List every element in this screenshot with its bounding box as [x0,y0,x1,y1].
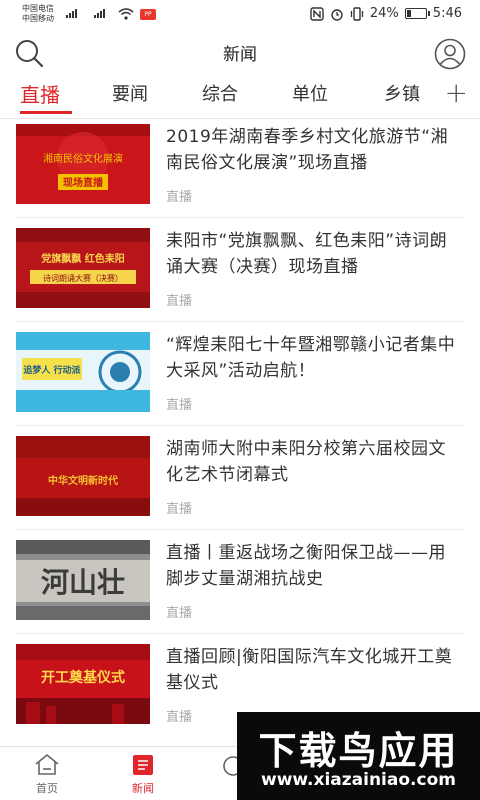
watermark-logo: 下载鸟应用 www.xiazainiao.com [237,712,480,800]
news-item[interactable]: 中华文明新时代 湖南师大附中耒阳分校第六届校园文化艺术节闭幕式 直播 [0,436,480,540]
vibrate-icon [350,6,364,21]
carrier-2: 中国移动 [22,14,54,23]
news-tag: 直播 [166,294,193,309]
carrier-labels: 中国电信 中国移动 [22,4,54,24]
thumb-caption: 追梦人 行动派 [23,364,81,376]
nfc-icon [310,6,324,21]
news-thumbnail-image: 开工奠基仪式 [16,644,150,724]
news-headline[interactable]: “辉煌耒阳七十年暨湘鄂赣小记者集中大采风”活动启航！ [166,332,462,384]
battery-percent: 24% [369,6,399,21]
page-title: 新闻 [223,45,257,65]
news-tag: 直播 [166,606,193,621]
news-headline[interactable]: 直播回顾|衡阳国际汽车文化城开工奠基仪式 [166,644,462,696]
news-tag: 直播 [166,710,193,725]
nav-label: 新闻 [132,782,154,795]
news-item[interactable]: 追梦人 行动派 “辉煌耒阳七十年暨湘鄂赣小记者集中大采风”活动启航！ 直播 [0,332,480,436]
nav-home[interactable]: 首页 [17,753,77,796]
list-divider [16,425,464,426]
thumb-caption: 河山壮 [41,566,125,599]
tab-units[interactable]: 单位 [292,80,328,106]
news-thumbnail-image: 中华文明新时代 [16,436,150,516]
tab-live[interactable]: 直播 [20,79,60,108]
news-headline[interactable]: 耒阳市“党旗飘飘、红色耒阳”诗词朗诵大赛（决赛）现场直播 [166,228,462,280]
app-header: 新闻 [0,30,480,74]
news-thumbnail-image: 湘南民俗文化展演 现场直播 [16,124,150,204]
user-icon[interactable] [434,38,466,70]
list-divider [16,633,464,634]
thumb-caption: 诗词朗诵大赛（决赛） [43,273,123,283]
news-tag: 直播 [166,398,193,413]
signal-icon-2 [94,9,105,18]
news-headline[interactable]: 2019年湖南春季乡村文化旅游节“湘南民俗文化展演”现场直播 [166,124,462,176]
thumb-caption: 湘南民俗文化展演 [43,152,123,165]
status-right: 24% 5:46 [310,6,462,21]
news-headline[interactable]: 湖南师大附中耒阳分校第六届校园文化艺术节闭幕式 [166,436,462,488]
signal-icon [66,9,77,18]
thumb-caption: 开工奠基仪式 [41,669,125,686]
active-tab-indicator [20,111,72,114]
thumb-caption: 中华文明新时代 [48,474,118,487]
news-thumbnail[interactable]: 湘南民俗文化展演 现场直播 [16,124,150,204]
tab-headlines[interactable]: 要闻 [112,80,148,106]
news-thumbnail-image: 党旗飘飘 红色耒阳 诗词朗诵大赛（决赛） [16,228,150,308]
category-tabs: 直播 要闻 综合 单位 乡镇 + [0,74,480,118]
news-item[interactable]: 河山壮 直播丨重返战场之衡阳保卫战——用脚步丈量湖湘抗战史 直播 [0,540,480,644]
add-tab-button[interactable]: + [445,78,468,108]
watermark-title: 下载鸟应用 [258,729,459,773]
news-thumbnail[interactable]: 河山壮 [16,540,150,620]
tab-general[interactable]: 综合 [202,80,238,106]
news-thumbnail[interactable]: 党旗飘飘 红色耒阳 诗词朗诵大赛（决赛） [16,228,150,308]
news-thumbnail[interactable]: 中华文明新时代 [16,436,150,516]
tabs-divider [0,118,480,119]
watermark-url: www.xiazainiao.com [261,770,456,790]
news-thumbnail-image: 追梦人 行动派 [16,332,150,412]
home-icon [35,753,59,775]
thumb-caption: 现场直播 [63,176,104,189]
news-tag: 直播 [166,502,193,517]
nav-label: 首页 [36,782,58,795]
news-thumbnail[interactable]: 开工奠基仪式 [16,644,150,724]
wifi-icon [118,8,134,20]
nav-news[interactable]: 新闻 [113,753,173,796]
battery-fill [406,10,411,17]
news-item[interactable]: 湘南民俗文化展演 现场直播 2019年湖南春季乡村文化旅游节“湘南民俗文化展演”… [0,124,480,228]
carrier-1: 中国电信 [22,4,54,13]
tab-towns[interactable]: 乡镇 [384,80,420,106]
news-thumbnail[interactable]: 追梦人 行动派 [16,332,150,412]
news-tag: 直播 [166,190,193,205]
app-notification-icon: PP [140,9,156,20]
alarm-icon [331,8,343,21]
news-headline[interactable]: 直播丨重返战场之衡阳保卫战——用脚步丈量湖湘抗战史 [166,540,462,592]
list-divider [16,217,464,218]
news-icon [133,755,153,775]
news-item[interactable]: 党旗飘飘 红色耒阳 诗词朗诵大赛（决赛） 耒阳市“党旗飘飘、红色耒阳”诗词朗诵大… [0,228,480,332]
list-divider [16,529,464,530]
news-thumbnail-image: 河山壮 [16,540,150,620]
status-bar: 中国电信 中国移动 PP 24% 5:46 [0,0,480,30]
clock: 5:46 [432,6,462,21]
thumb-caption: 党旗飘飘 红色耒阳 [41,252,124,265]
battery-icon [404,8,430,19]
list-divider [16,321,464,322]
